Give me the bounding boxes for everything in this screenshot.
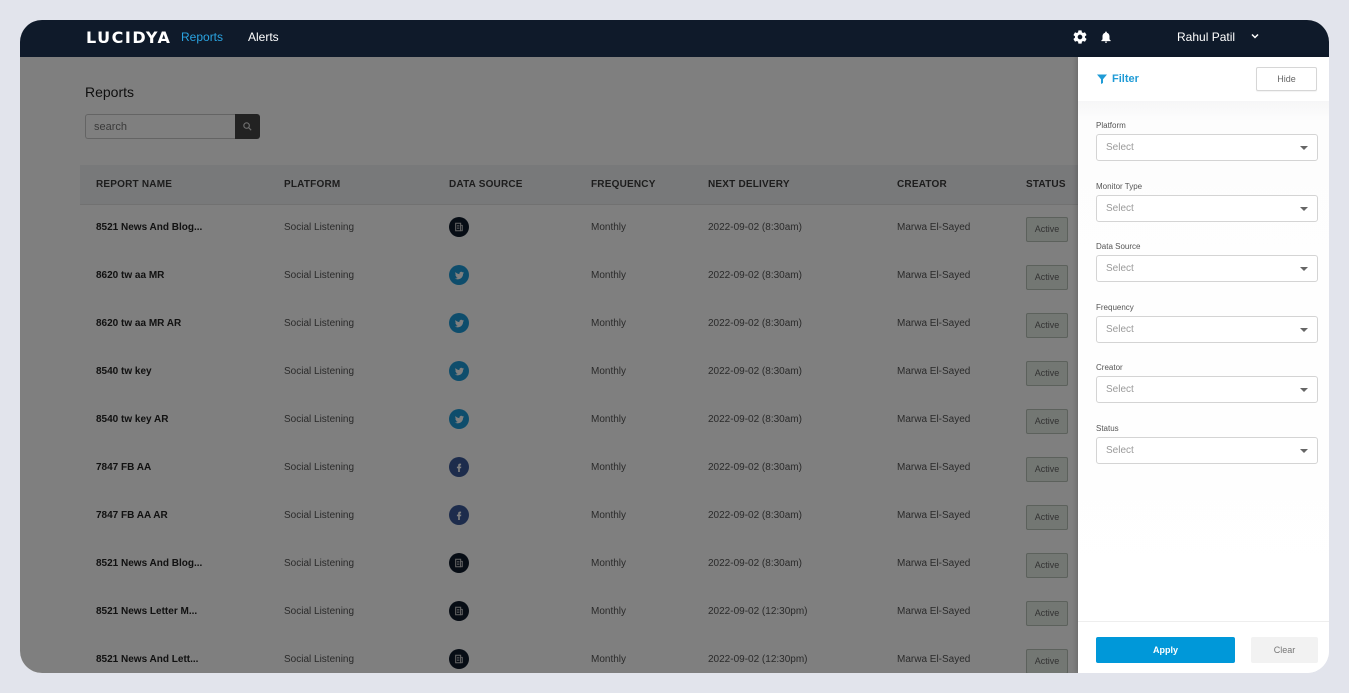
filter-label: Data Source — [1096, 242, 1141, 251]
filter-title: Filter — [1096, 73, 1139, 85]
filter-group-status: Status Select — [1096, 424, 1318, 464]
clear-button[interactable]: Clear — [1251, 637, 1318, 663]
select-placeholder: Select — [1106, 263, 1134, 274]
filter-group-data-source: Data Source Select — [1096, 242, 1318, 282]
chevron-down-icon[interactable] — [1249, 30, 1261, 42]
monitor-type-select[interactable]: Select — [1096, 194, 1318, 222]
app-window: LUCIDYA Reports Alerts Rahul Patil Repor… — [20, 20, 1329, 673]
caret-down-icon — [1300, 327, 1308, 332]
filter-group-creator: Creator Select — [1096, 363, 1318, 403]
platform-select[interactable]: Select — [1096, 134, 1318, 161]
filter-panel: Filter Hide Platform Select Monitor Type Se… — [1078, 57, 1329, 673]
filter-group-monitor-type: Monitor Type Select — [1096, 182, 1318, 222]
select-placeholder: Select — [1106, 444, 1134, 456]
backdrop-overlay[interactable] — [20, 57, 1078, 673]
nav-alerts[interactable]: Alerts — [248, 30, 279, 44]
creator-select[interactable]: Select — [1096, 376, 1318, 403]
frequency-select[interactable]: Select — [1096, 315, 1318, 343]
caret-down-icon — [1300, 267, 1308, 271]
filter-group-frequency: Frequency Select — [1096, 303, 1318, 343]
filter-label: Creator — [1096, 363, 1123, 372]
hide-button[interactable]: Hide — [1256, 67, 1317, 91]
filter-title-text: Filter — [1112, 73, 1139, 85]
filter-label: Monitor Type — [1096, 181, 1143, 191]
filter-label: Platform — [1096, 121, 1126, 130]
caret-down-icon — [1300, 146, 1308, 150]
data-source-select[interactable]: Select — [1096, 255, 1318, 282]
caret-down-icon — [1300, 206, 1308, 211]
logo: LUCIDYA — [86, 28, 172, 47]
select-placeholder: Select — [1106, 202, 1134, 214]
caret-down-icon — [1300, 388, 1308, 392]
funnel-icon — [1097, 74, 1107, 84]
apply-button[interactable]: Apply — [1096, 637, 1235, 663]
gear-icon[interactable] — [1072, 29, 1088, 45]
filter-label: Frequency — [1096, 302, 1134, 312]
user-name[interactable]: Rahul Patil — [1177, 30, 1235, 44]
top-navbar: LUCIDYA Reports Alerts Rahul Patil — [20, 20, 1329, 57]
select-placeholder: Select — [1106, 323, 1134, 335]
nav-reports[interactable]: Reports — [181, 30, 223, 44]
caret-down-icon — [1300, 448, 1308, 453]
status-select[interactable]: Select — [1096, 436, 1318, 464]
select-placeholder: Select — [1106, 384, 1134, 395]
filter-panel-footer: Apply Clear — [1078, 621, 1329, 673]
filter-group-platform: Platform Select — [1096, 121, 1318, 161]
filter-panel-header: Filter Hide — [1078, 57, 1329, 101]
select-placeholder: Select — [1106, 142, 1134, 153]
filter-fields: Platform Select Monitor Type Select Data Sou… — [1078, 101, 1329, 621]
bell-icon[interactable] — [1099, 29, 1113, 45]
filter-label: Status — [1096, 423, 1119, 433]
